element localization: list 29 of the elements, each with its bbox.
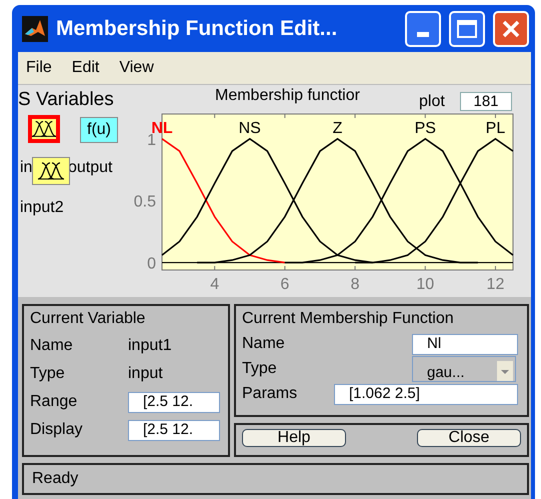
variable-label: output	[68, 159, 112, 177]
curve-label: PL	[486, 120, 506, 137]
field-label: Name	[242, 335, 286, 353]
group-title: Current Membership Function	[242, 310, 455, 328]
variable-label: in	[20, 159, 32, 177]
y-tick-label: 0	[147, 255, 156, 272]
x-tick-label: 4	[210, 276, 220, 293]
curve-label: Z	[332, 120, 342, 137]
curve-label: PS	[414, 120, 436, 137]
field-label: Range	[30, 393, 78, 411]
curve-label: NS	[238, 120, 261, 137]
field-label: Display	[30, 421, 84, 439]
field-label: Name	[30, 337, 74, 355]
plot-title: Membership functior	[215, 87, 360, 105]
x-tick-label: 6	[280, 276, 290, 293]
y-tick-label: 0.5	[134, 194, 156, 211]
field-label: Type	[242, 360, 278, 378]
field-label: Params	[242, 385, 298, 403]
window-title: Membership Function Edit...	[56, 16, 338, 40]
variable-label: input2	[20, 199, 64, 217]
field-value: input	[128, 365, 163, 383]
x-tick-label: 8	[350, 276, 360, 293]
status-bar: Ready	[22, 463, 529, 496]
x-tick-label: 10	[416, 276, 434, 293]
field-value: input1	[128, 337, 172, 355]
x-tick-label: 12	[486, 276, 504, 293]
panel-title: S Variables	[18, 89, 115, 111]
group-title: Current Variable	[30, 310, 146, 328]
field-label: Type	[30, 365, 66, 383]
